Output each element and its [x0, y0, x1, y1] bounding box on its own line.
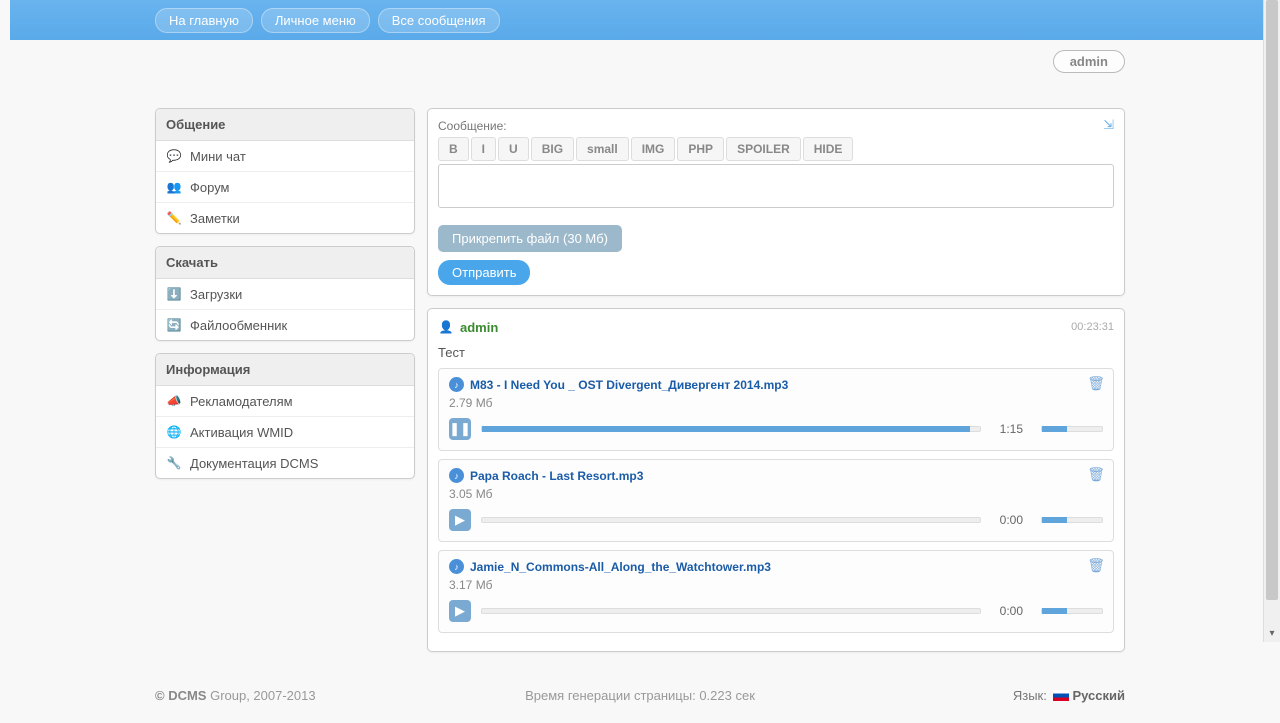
- format-small-button[interactable]: small: [576, 137, 629, 161]
- sidebar-item-label: Форум: [190, 180, 230, 195]
- sidebar-item[interactable]: 🌐 Активация WMID: [156, 417, 414, 448]
- sidebar-item-icon: ⬇️: [166, 286, 182, 302]
- scroll-thumb[interactable]: [1266, 0, 1278, 600]
- music-icon: ♪: [449, 377, 464, 392]
- volume-bar[interactable]: [1041, 426, 1103, 432]
- top-nav: На главную Личное меню Все сообщения: [10, 0, 1270, 40]
- post-time: 00:23:31: [1071, 321, 1114, 333]
- format-img-button[interactable]: IMG: [631, 137, 676, 161]
- format-php-button[interactable]: PHP: [677, 137, 724, 161]
- sidebar-item[interactable]: ⬇️ Загрузки: [156, 279, 414, 310]
- playback-time: 0:00: [991, 513, 1023, 527]
- sidebar-item-icon: 🔧: [166, 455, 182, 471]
- sidebar-item[interactable]: 👥 Форум: [156, 172, 414, 203]
- sidebar-item-label: Загрузки: [190, 287, 242, 302]
- play-icon[interactable]: ▶: [449, 509, 471, 531]
- play-icon[interactable]: ▶: [449, 600, 471, 622]
- sidebar-item-label: Активация WMID: [190, 425, 293, 440]
- pause-icon[interactable]: ❚❚: [449, 418, 471, 440]
- attachment-size: 3.05 Мб: [449, 487, 1103, 501]
- sidebar-section-title: Скачать: [156, 247, 414, 279]
- footer: © DCMS Group, 2007-2013 Время генерации …: [10, 674, 1270, 723]
- sidebar-item[interactable]: 📣 Рекламодателям: [156, 386, 414, 417]
- sidebar-item-icon: ✏️: [166, 210, 182, 226]
- attach-button[interactable]: Прикрепить файл (30 Мб): [438, 225, 622, 252]
- footer-brand: © DCMS: [155, 688, 206, 703]
- attachment: 🗑 ♪ M83 - I Need You _ OST Divergent_Дивер…: [438, 368, 1114, 451]
- footer-gentime: Время генерации страницы: 0.223 сек: [478, 688, 801, 703]
- audio-player: ❚❚ 1:15: [449, 418, 1103, 440]
- progress-bar[interactable]: [481, 608, 981, 614]
- nav-messages[interactable]: Все сообщения: [378, 8, 500, 33]
- audio-player: ▶ 0:00: [449, 509, 1103, 531]
- format-b-button[interactable]: B: [438, 137, 469, 161]
- sidebar-item[interactable]: 💬 Мини чат: [156, 141, 414, 172]
- sidebar-item-icon: 🔄: [166, 317, 182, 333]
- sidebar-item[interactable]: 🔧 Документация DCMS: [156, 448, 414, 478]
- post-text: Тест: [438, 345, 1114, 360]
- attachment-title[interactable]: ♪ Jamie_N_Commons-All_Along_the_Watchtowe…: [449, 559, 1103, 574]
- delete-icon[interactable]: 🗑: [1087, 375, 1105, 392]
- music-icon: ♪: [449, 559, 464, 574]
- volume-bar[interactable]: [1041, 608, 1103, 614]
- sidebar-item-label: Документация DCMS: [190, 456, 318, 471]
- sidebar-item-icon: 💬: [166, 148, 182, 164]
- message-label: Сообщение:: [438, 119, 1114, 133]
- sidebar-item-icon: 📣: [166, 393, 182, 409]
- attachment-title[interactable]: ♪ M83 - I Need You _ OST Divergent_Диверг…: [449, 377, 1103, 392]
- attachment-size: 3.17 Мб: [449, 578, 1103, 592]
- format-big-button[interactable]: BIG: [531, 137, 574, 161]
- footer-copy: Group, 2007-2013: [206, 688, 315, 703]
- format-u-button[interactable]: U: [498, 137, 529, 161]
- volume-bar[interactable]: [1041, 517, 1103, 523]
- flag-ru-icon: [1053, 690, 1069, 701]
- post: 👤 admin 00:23:31 Тест 🗑 ♪ M83 - I Need You…: [427, 308, 1125, 652]
- scrollbar[interactable]: ▴ ▾: [1263, 0, 1280, 642]
- attachment-name: M83 - I Need You _ OST Divergent_Диверге…: [470, 378, 788, 392]
- format-toolbar: BIUBIGsmallIMGPHPSPOILERHIDE: [438, 137, 1114, 161]
- sidebar-item[interactable]: ✏️ Заметки: [156, 203, 414, 233]
- footer-lang[interactable]: Русский: [1072, 688, 1125, 703]
- attachment-name: Jamie_N_Commons-All_Along_the_Watchtower…: [470, 560, 771, 574]
- format-spoiler-button[interactable]: SPOILER: [726, 137, 801, 161]
- post-author[interactable]: admin: [460, 320, 498, 335]
- attachment: 🗑 ♪ Jamie_N_Commons-All_Along_the_Watchtow…: [438, 550, 1114, 633]
- attachment: 🗑 ♪ Papa Roach - Last Resort.mp3 3.05 Мб ▶ 0:…: [438, 459, 1114, 542]
- progress-bar[interactable]: [481, 426, 981, 432]
- user-icon: 👤: [438, 319, 454, 335]
- audio-player: ▶ 0:00: [449, 600, 1103, 622]
- footer-lang-label: Язык:: [1013, 688, 1051, 703]
- message-editor: ⇲ Сообщение: BIUBIGsmallIMGPHPSPOILERHID…: [427, 108, 1125, 296]
- delete-icon[interactable]: 🗑: [1087, 557, 1105, 574]
- attachment-name: Papa Roach - Last Resort.mp3: [470, 469, 643, 483]
- sidebar-item-label: Заметки: [190, 211, 240, 226]
- sidebar-item[interactable]: 🔄 Файлообменник: [156, 310, 414, 340]
- sidebar-item-label: Рекламодателям: [190, 394, 293, 409]
- nav-home[interactable]: На главную: [155, 8, 253, 33]
- sidebar-item-label: Мини чат: [190, 149, 246, 164]
- sidebar-section-title: Информация: [156, 354, 414, 386]
- attachment-size: 2.79 Мб: [449, 396, 1103, 410]
- attachment-title[interactable]: ♪ Papa Roach - Last Resort.mp3: [449, 468, 1103, 483]
- progress-bar[interactable]: [481, 517, 981, 523]
- expand-icon[interactable]: ⇲: [1103, 117, 1114, 133]
- sidebar-section-title: Общение: [156, 109, 414, 141]
- nav-personal[interactable]: Личное меню: [261, 8, 370, 33]
- send-button[interactable]: Отправить: [438, 260, 530, 285]
- sidebar-item-label: Файлообменник: [190, 318, 287, 333]
- sidebar: Общение💬Мини чат👥Форум✏️ЗаметкиСкачать⬇️…: [155, 108, 415, 664]
- message-input[interactable]: [438, 164, 1114, 208]
- delete-icon[interactable]: 🗑: [1087, 466, 1105, 483]
- format-hide-button[interactable]: HIDE: [803, 137, 854, 161]
- music-icon: ♪: [449, 468, 464, 483]
- sidebar-item-icon: 👥: [166, 179, 182, 195]
- playback-time: 1:15: [991, 422, 1023, 436]
- playback-time: 0:00: [991, 604, 1023, 618]
- scroll-down-icon[interactable]: ▾: [1264, 625, 1280, 642]
- format-i-button[interactable]: I: [471, 137, 496, 161]
- user-pill[interactable]: admin: [1053, 50, 1125, 73]
- sidebar-item-icon: 🌐: [166, 424, 182, 440]
